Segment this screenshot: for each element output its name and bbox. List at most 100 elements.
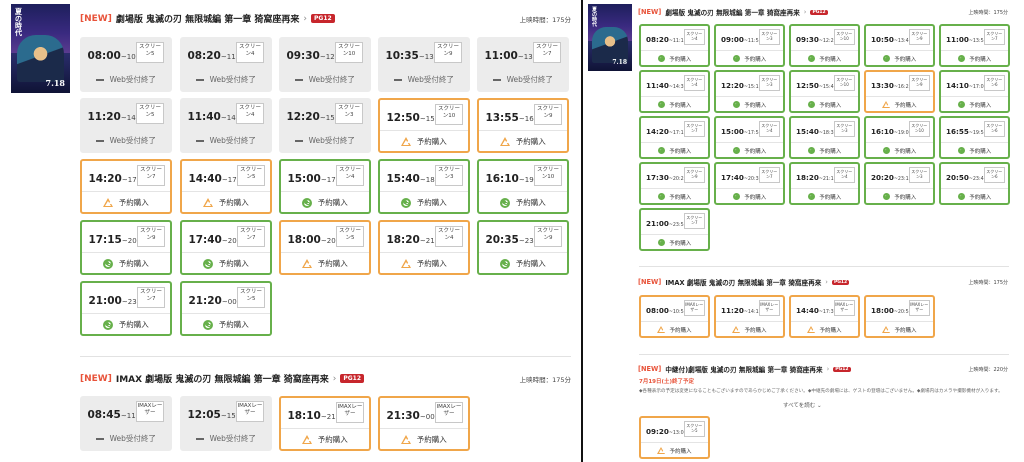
reserve-button[interactable]: 予約購入	[281, 254, 369, 273]
reserve-button[interactable]: 予約購入	[941, 51, 1008, 65]
reserve-button[interactable]: 予約購入	[941, 143, 1008, 157]
movie-poster[interactable]: 夏の時代 7.18	[11, 4, 70, 93]
reserve-button[interactable]: 予約購入	[941, 189, 1008, 203]
showtime-card[interactable]: 12:50~15:45 スクリーン10 予約購入	[378, 98, 470, 153]
reserve-button[interactable]: 予約購入	[641, 443, 708, 457]
reserve-button[interactable]: 予約購入	[941, 97, 1008, 111]
reserve-button[interactable]: 予約購入	[866, 189, 933, 203]
showtime-card[interactable]: 17:40~20:35 スクリーン7 予約購入	[714, 162, 785, 205]
showtime-card[interactable]: 15:40~18:35 スクリーン3 予約購入	[789, 116, 860, 159]
showtime-card[interactable]: 17:15~20:10 スクリーン9 予約購入	[80, 220, 172, 275]
showtime-card[interactable]: 18:20~21:15 スクリーン4 予約購入	[378, 220, 470, 275]
movie-title-link[interactable]: IMAX 劇場版 鬼滅の刃 無限城編 第一章 猗窩座再来	[665, 277, 821, 287]
showtime-card[interactable]: 20:20~23:15 スクリーン3 予約購入	[864, 162, 935, 205]
showtime-card[interactable]: 08:20~11:15 スクリーン4 予約購入	[639, 24, 710, 67]
reserve-button[interactable]: 予約購入	[641, 189, 708, 203]
showtime-card[interactable]: 15:00~17:55 スクリーン4 予約購入	[279, 159, 371, 214]
showtime-card[interactable]: 21:30~00:25 IMAXレーザー 予約購入	[378, 396, 470, 451]
showtime-card[interactable]: 14:10~17:05 スクリーン6 予約購入	[939, 70, 1010, 113]
reserve-button[interactable]: 予約購入	[641, 235, 708, 249]
movie-title-link[interactable]: 劇場版 鬼滅の刃 無限城編 第一章 猗窩座再来	[665, 7, 799, 17]
showtime-card[interactable]: 21:00~23:55 スクリーン7 予約購入	[639, 208, 710, 251]
movie-title-link[interactable]: 中継付)劇場版 鬼滅の刃 無限城編 第一章 猗窩座再来	[665, 364, 822, 374]
reserve-button[interactable]: 予約購入	[791, 143, 858, 157]
chevron-right-icon[interactable]: ›	[827, 365, 830, 373]
showtime-card[interactable]: 17:30~20:25 スクリーン9 予約購入	[639, 162, 710, 205]
chevron-right-icon[interactable]: ›	[333, 374, 337, 384]
chevron-right-icon[interactable]: ›	[825, 278, 828, 286]
reserve-button[interactable]: 予約購入	[791, 322, 858, 336]
reserve-button[interactable]: 予約購入	[82, 254, 170, 273]
reserve-button[interactable]: 予約購入	[182, 315, 270, 334]
showtime-card[interactable]: 12:20~15:15 スクリーン3 予約購入	[714, 70, 785, 113]
showtime-card[interactable]: 09:20~13:00 スクリーン5 予約購入	[639, 416, 710, 459]
reserve-button[interactable]: 予約購入	[866, 143, 933, 157]
reserve-button[interactable]: 予約購入	[791, 51, 858, 65]
reserve-button[interactable]: 予約購入	[641, 97, 708, 111]
showtime-card[interactable]: 14:20~17:15 スクリーン7 予約購入	[639, 116, 710, 159]
showtime-card[interactable]: 10:50~13:45 スクリーン9 予約購入	[864, 24, 935, 67]
reserve-button[interactable]: 予約購入	[716, 189, 783, 203]
showtime-card[interactable]: 14:40~17:35 スクリーン5 予約購入	[180, 159, 272, 214]
reserve-button[interactable]: 予約購入	[866, 97, 933, 111]
showtime-card[interactable]: 18:00~20:55 IMAXレーザー 予約購入	[864, 295, 935, 338]
reserve-button[interactable]: 予約購入	[82, 315, 170, 334]
reserve-button[interactable]: 予約購入	[641, 51, 708, 65]
reserve-button[interactable]: 予約購入	[380, 132, 468, 151]
showtime-card[interactable]: 11:00~13:55 スクリーン7 予約購入	[939, 24, 1010, 67]
reserve-button[interactable]: 予約購入	[281, 430, 369, 449]
reserve-button[interactable]: 予約購入	[479, 254, 567, 273]
showtime-card[interactable]: 11:20~14:15 IMAXレーザー 予約購入	[714, 295, 785, 338]
showtime-card[interactable]: 13:30~16:25 スクリーン9 予約購入	[864, 70, 935, 113]
chevron-right-icon[interactable]: ›	[804, 8, 807, 16]
web-closed-label: Web受付終了	[81, 131, 171, 151]
reserve-button[interactable]: 予約購入	[866, 51, 933, 65]
showtime-card[interactable]: 12:50~15:45 スクリーン10 予約購入	[789, 70, 860, 113]
reserve-button[interactable]: 予約購入	[641, 322, 708, 336]
movie-title-link[interactable]: 劇場版 鬼滅の刃 無限城編 第一章 猗窩座再来	[116, 12, 300, 25]
showtime-card[interactable]: 20:35~23:30 スクリーン9 予約購入	[477, 220, 569, 275]
reserve-button[interactable]: 予約購入	[182, 254, 270, 273]
reserve-button[interactable]: 予約購入	[82, 193, 170, 212]
reserve-button[interactable]: 予約購入	[479, 132, 567, 151]
showtime-card[interactable]: 11:40~14:35 スクリーン4 予約購入	[639, 70, 710, 113]
showtime-card[interactable]: 14:20~17:15 スクリーン7 予約購入	[80, 159, 172, 214]
showtime-card[interactable]: 09:30~12:25 スクリーン10 予約購入	[789, 24, 860, 67]
showtime-card[interactable]: 18:10~21:05 IMAXレーザー 予約購入	[279, 396, 371, 451]
reserve-button[interactable]: 予約購入	[641, 143, 708, 157]
reserve-button[interactable]: 予約購入	[791, 97, 858, 111]
showtime-card[interactable]: 09:00~11:55 スクリーン3 予約購入	[714, 24, 785, 67]
reserve-button[interactable]: 予約購入	[791, 189, 858, 203]
movie-poster[interactable]: 夏の時代 7.18	[588, 4, 632, 71]
reserve-button[interactable]: 予約購入	[716, 51, 783, 65]
showtime-card[interactable]: 17:40~20:35 スクリーン7 予約購入	[180, 220, 272, 275]
showtime-card[interactable]: 15:00~17:55 スクリーン4 予約購入	[714, 116, 785, 159]
showtime-card[interactable]: 21:20~00:15 スクリーン5 予約購入	[180, 281, 272, 336]
reserve-button[interactable]: 予約購入	[380, 193, 468, 212]
reserve-button[interactable]: 予約購入	[716, 322, 783, 336]
reserve-button[interactable]: 予約購入	[479, 193, 567, 212]
showtime-card[interactable]: 16:10~19:05 スクリーン10 予約購入	[864, 116, 935, 159]
movie-title-link[interactable]: IMAX 劇場版 鬼滅の刃 無限城編 第一章 猗窩座再来	[116, 372, 329, 385]
reserve-button[interactable]: 予約購入	[716, 143, 783, 157]
showtime-card[interactable]: 18:00~20:55 スクリーン5 予約購入	[279, 220, 371, 275]
triangle-inner	[501, 140, 508, 146]
reserve-button[interactable]: 予約購入	[380, 254, 468, 273]
reserve-button[interactable]: 予約購入	[380, 430, 468, 449]
reserve-button[interactable]: 予約購入	[866, 322, 933, 336]
reserve-button[interactable]: 予約購入	[182, 193, 270, 212]
showtime-card[interactable]: 13:55~16:50 スクリーン9 予約購入	[477, 98, 569, 153]
showtime-card[interactable]: 21:00~23:55 スクリーン7 予約購入	[80, 281, 172, 336]
showtime-card[interactable]: 18:20~21:15 スクリーン4 予約購入	[789, 162, 860, 205]
showtime-card[interactable]: 16:10~19:05 スクリーン10 予約購入	[477, 159, 569, 214]
reserve-button[interactable]: 予約購入	[716, 97, 783, 111]
showtime-card[interactable]: 20:50~23:45 スクリーン6 予約購入	[939, 162, 1010, 205]
dash-icon	[96, 437, 105, 440]
showtime-card[interactable]: 16:55~19:50 スクリーン6 予約購入	[939, 116, 1010, 159]
chevron-right-icon[interactable]: ›	[303, 14, 307, 24]
read-more-link[interactable]: すべてを読む ⌄	[783, 401, 822, 409]
reserve-button[interactable]: 予約購入	[281, 193, 369, 212]
showtime-card[interactable]: 15:40~18:35 スクリーン3 予約購入	[378, 159, 470, 214]
showtime-card[interactable]: 14:40~17:35 IMAXレーザー 予約購入	[789, 295, 860, 338]
showtime-card[interactable]: 08:00~10:55 IMAXレーザー 予約購入	[639, 295, 710, 338]
